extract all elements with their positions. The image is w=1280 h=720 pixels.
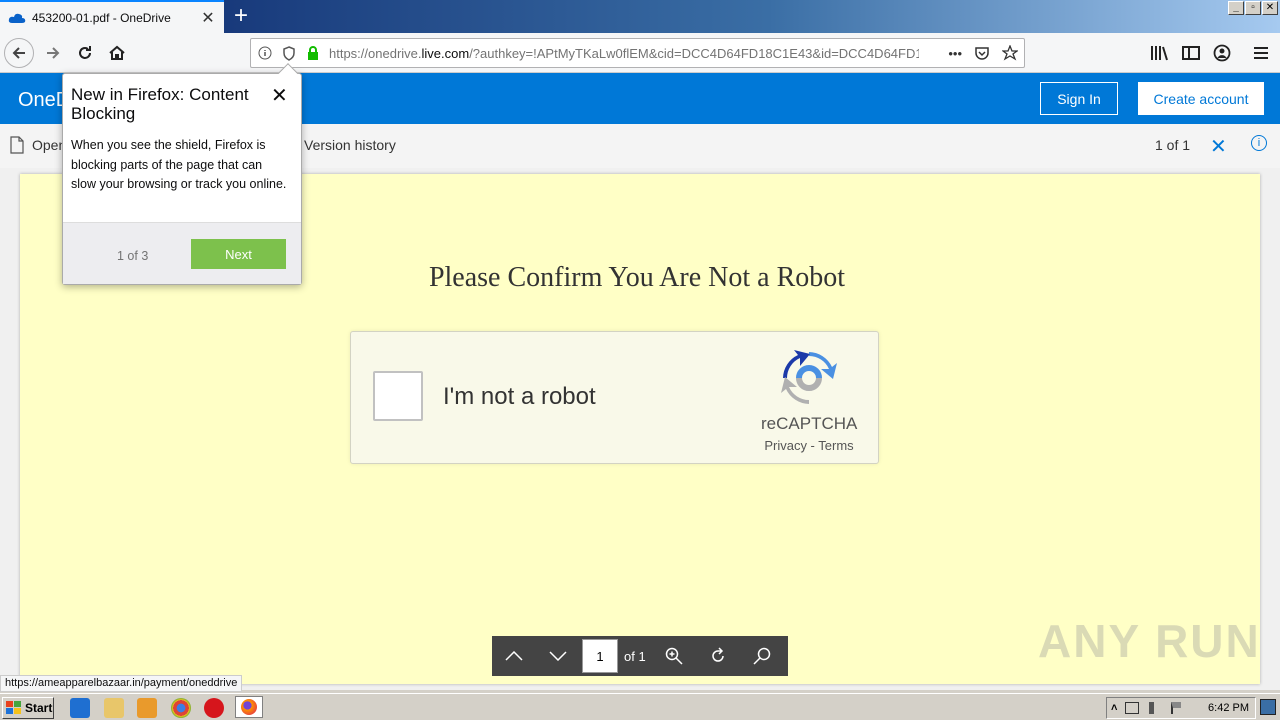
content-blocking-popup: New in Firefox: Content Blocking ✕ When … bbox=[62, 63, 302, 285]
popup-body: When you see the shield, Firefox is bloc… bbox=[71, 138, 287, 191]
start-label: Start bbox=[25, 701, 53, 715]
tab-close-icon[interactable]: ✕ bbox=[200, 8, 216, 28]
zoom-in-icon bbox=[665, 647, 683, 665]
system-tray: ˄ 6:42 PM bbox=[1106, 697, 1256, 719]
rotate-button[interactable] bbox=[696, 636, 740, 676]
clock[interactable]: 6:42 PM bbox=[1208, 702, 1249, 714]
opera-icon[interactable] bbox=[204, 698, 224, 718]
firefox-taskbar-button[interactable] bbox=[235, 696, 263, 718]
sidebar-icon[interactable] bbox=[1182, 45, 1200, 61]
popup-footer: 1 of 3 Next bbox=[63, 222, 301, 284]
page-number-input[interactable]: 1 bbox=[582, 639, 618, 673]
chrome-icon[interactable] bbox=[171, 698, 191, 718]
chevron-down-icon bbox=[549, 651, 567, 661]
page-count: 1 of 1 bbox=[1155, 137, 1191, 153]
search-button[interactable] bbox=[740, 636, 784, 676]
recaptcha-label: I'm not a robot bbox=[443, 383, 596, 410]
pdf-toolbar: 1 of 1 bbox=[492, 636, 788, 676]
navigation-bar: https://onedrive.live.com/?authkey=!APtM… bbox=[0, 33, 1280, 73]
minimize-button[interactable]: _ bbox=[1228, 1, 1244, 15]
page-actions-menu-icon[interactable]: ••• bbox=[948, 46, 962, 61]
url-bar[interactable]: https://onedrive.live.com/?authkey=!APtM… bbox=[250, 38, 1025, 68]
show-desktop-icon[interactable] bbox=[1260, 699, 1276, 715]
recaptcha-brand: reCAPTCHA bbox=[761, 414, 858, 433]
home-icon bbox=[109, 45, 125, 60]
document-icon bbox=[10, 136, 24, 154]
info-icon[interactable] bbox=[255, 43, 275, 63]
tab-strip: 453200-01.pdf - OneDrive ✕ + _ ▫ ✕ bbox=[0, 0, 1280, 33]
reload-icon bbox=[79, 46, 91, 59]
home-button[interactable] bbox=[102, 38, 132, 68]
network-icon[interactable] bbox=[1125, 702, 1140, 714]
start-button[interactable]: Start bbox=[2, 697, 54, 719]
volume-icon[interactable] bbox=[1149, 702, 1161, 714]
url-text[interactable]: https://onedrive.live.com/?authkey=!APtM… bbox=[329, 46, 919, 61]
popup-close-icon[interactable]: ✕ bbox=[271, 83, 288, 108]
media-player-icon[interactable] bbox=[137, 698, 157, 718]
back-button[interactable] bbox=[4, 38, 34, 68]
reload-button[interactable] bbox=[70, 38, 100, 68]
onedrive-cloud-icon bbox=[8, 13, 26, 23]
next-page-button[interactable] bbox=[536, 636, 580, 676]
popup-step-counter: 1 of 3 bbox=[117, 249, 149, 263]
close-window-button[interactable]: ✕ bbox=[1262, 1, 1278, 15]
previous-page-button[interactable] bbox=[492, 636, 536, 676]
back-arrow-icon bbox=[12, 47, 25, 59]
anyrun-watermark: ANY RUN bbox=[1038, 615, 1261, 667]
maximize-button[interactable]: ▫ bbox=[1245, 1, 1261, 15]
hamburger-menu-icon[interactable] bbox=[1253, 45, 1269, 61]
forward-button[interactable] bbox=[38, 38, 68, 68]
lock-icon[interactable] bbox=[303, 43, 323, 63]
rotate-icon bbox=[711, 647, 724, 662]
tab-title: 453200-01.pdf - OneDrive bbox=[32, 10, 171, 25]
zoom-in-button[interactable] bbox=[652, 636, 696, 676]
open-button[interactable]: Open bbox=[10, 136, 66, 154]
tab-onedrive[interactable]: 453200-01.pdf - OneDrive ✕ bbox=[0, 0, 224, 33]
new-tab-button[interactable]: + bbox=[228, 4, 254, 30]
version-history-button[interactable]: Version history bbox=[304, 137, 396, 153]
close-viewer-icon[interactable]: ✕ bbox=[1210, 134, 1227, 159]
account-icon[interactable] bbox=[1213, 44, 1231, 62]
firefox-icon bbox=[241, 699, 257, 715]
popup-next-button[interactable]: Next bbox=[191, 239, 286, 269]
popup-title: New in Firefox: Content Blocking bbox=[71, 85, 249, 123]
recaptcha-checkbox[interactable] bbox=[373, 371, 423, 421]
recaptcha-logo-icon bbox=[781, 350, 837, 404]
forward-arrow-icon bbox=[47, 47, 60, 59]
recaptcha-widget[interactable]: I'm not a robot reCAPTCHA Privacy - Term… bbox=[350, 331, 879, 464]
library-icon[interactable] bbox=[1150, 45, 1168, 61]
status-link: https://ameapparelbazaar.in/payment/oned… bbox=[0, 675, 243, 692]
pocket-icon[interactable] bbox=[974, 45, 990, 61]
folder-icon[interactable] bbox=[104, 698, 124, 718]
tray-expand-icon[interactable]: ˄ bbox=[1111, 702, 1117, 714]
create-account-button[interactable]: Create account bbox=[1138, 82, 1264, 115]
bookmark-star-icon[interactable] bbox=[1002, 45, 1018, 61]
total-pages: of 1 bbox=[624, 648, 646, 664]
internet-explorer-icon[interactable] bbox=[70, 698, 90, 718]
sign-in-button[interactable]: Sign In bbox=[1040, 82, 1118, 115]
windows-logo-icon bbox=[6, 701, 21, 714]
window-controls: _ ▫ ✕ bbox=[1228, 1, 1278, 15]
search-icon bbox=[753, 647, 770, 665]
taskbar: Start ˄ 6:42 PM bbox=[0, 693, 1280, 720]
recaptcha-privacy-terms[interactable]: Privacy - Terms bbox=[751, 438, 867, 453]
shield-icon[interactable] bbox=[279, 43, 299, 63]
chevron-up-icon bbox=[505, 651, 523, 661]
info-circle-icon[interactable]: i bbox=[1251, 135, 1267, 151]
flag-icon[interactable] bbox=[1171, 702, 1182, 714]
